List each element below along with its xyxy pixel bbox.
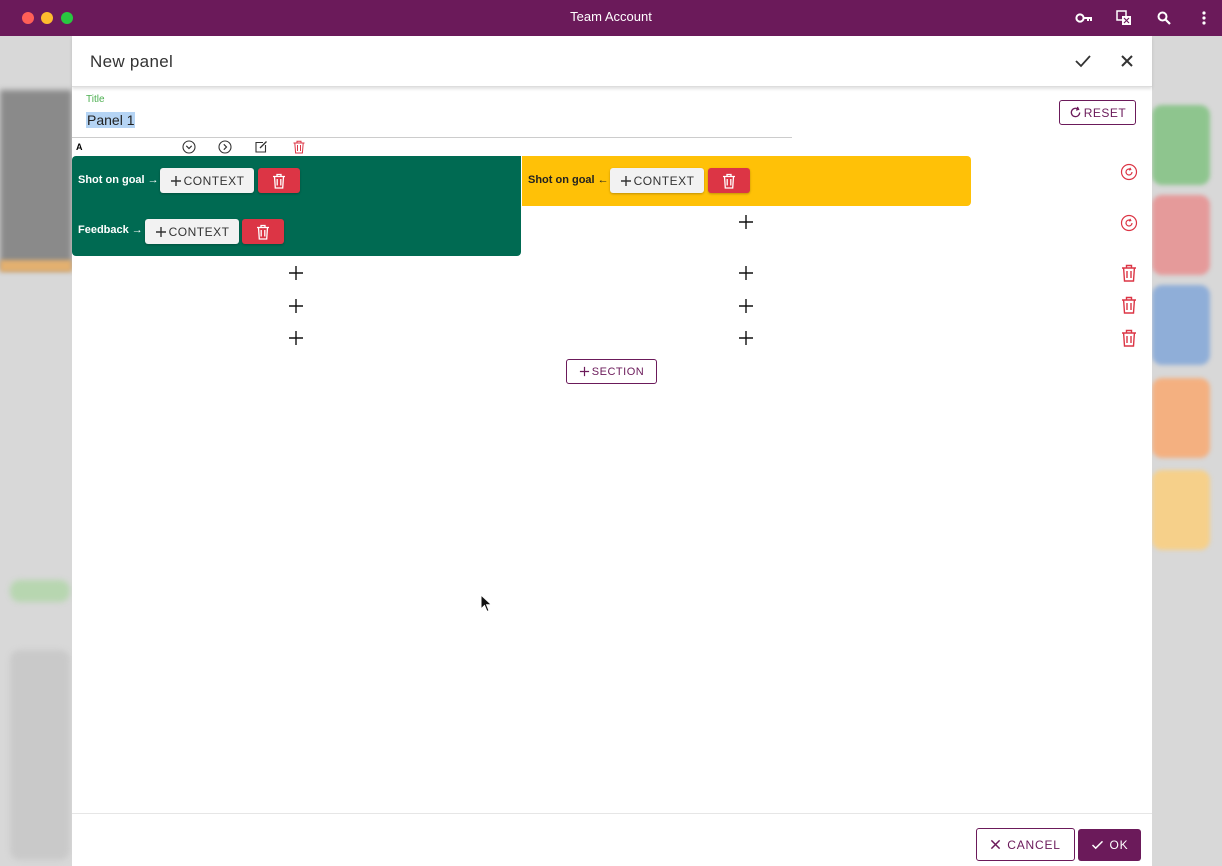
close-icon — [1121, 55, 1133, 67]
delete-section-icon[interactable] — [291, 139, 307, 155]
add-event-plus-icon[interactable] — [738, 298, 754, 314]
trash-icon — [723, 173, 735, 189]
plus-icon — [620, 175, 631, 186]
title-field-label: Title — [86, 94, 105, 105]
close-dialog-button[interactable] — [1116, 50, 1138, 72]
trash-icon — [273, 173, 285, 189]
delete-event-button[interactable] — [258, 168, 300, 193]
event-label: Feedback → — [78, 224, 143, 236]
check-icon — [1091, 840, 1103, 850]
add-context-button[interactable]: CONTEXT — [160, 168, 254, 193]
background-orange-card — [1152, 378, 1210, 458]
plus-icon — [579, 366, 589, 377]
trash-icon — [257, 224, 269, 240]
translate-icon[interactable] — [1114, 8, 1134, 28]
more-vert-icon[interactable] — [1194, 8, 1214, 28]
delete-event-button[interactable] — [242, 219, 284, 244]
add-event-plus-icon[interactable] — [288, 265, 304, 281]
new-panel-dialog: New panel Title Panel 1 RESET A Shot on … — [72, 36, 1152, 866]
add-event-plus-icon[interactable] — [738, 214, 754, 230]
delete-row-trash-icon[interactable] — [1119, 295, 1139, 315]
add-event-plus-icon[interactable] — [288, 330, 304, 346]
background-tag — [10, 580, 70, 602]
dialog-title: New panel — [90, 52, 174, 71]
add-context-button[interactable]: CONTEXT — [145, 219, 239, 244]
expand-right-icon[interactable] — [217, 139, 233, 155]
mouse-cursor-icon — [480, 594, 493, 613]
add-event-plus-icon[interactable] — [738, 265, 754, 281]
edit-icon[interactable] — [253, 139, 269, 155]
plus-icon — [155, 226, 166, 237]
team-event-row: Shot on goal → CONTEXT — [72, 156, 521, 206]
refresh-icon — [1070, 106, 1081, 118]
cancel-label: CANCEL — [1007, 837, 1061, 852]
event-label: Shot on goal → — [78, 174, 159, 186]
ok-label: OK — [1109, 838, 1129, 852]
add-section-button[interactable]: SECTION — [566, 359, 657, 384]
delete-row-trash-icon[interactable] — [1119, 263, 1139, 283]
context-label: CONTEXT — [168, 224, 230, 239]
add-event-plus-icon[interactable] — [738, 330, 754, 346]
background-red-card — [1152, 195, 1210, 275]
delete-event-button[interactable] — [708, 168, 750, 193]
background-strip — [0, 260, 72, 272]
context-label: CONTEXT — [633, 173, 695, 188]
event-label: Shot on goal ← — [528, 174, 609, 186]
confirm-check-button[interactable] — [1072, 50, 1094, 72]
add-context-button[interactable]: CONTEXT — [610, 168, 704, 193]
check-icon — [1075, 55, 1091, 68]
reset-label: RESET — [1083, 105, 1127, 120]
team-event-row: Feedback → CONTEXT — [72, 206, 521, 256]
ok-button[interactable]: OK — [1078, 829, 1141, 861]
background-green-card — [1152, 105, 1210, 185]
reset-button[interactable]: RESET — [1059, 100, 1136, 125]
window-title: Team Account — [570, 9, 652, 24]
add-section-label: SECTION — [591, 365, 645, 378]
section-letter: A — [76, 142, 83, 152]
window-titlebar: Team Account — [0, 0, 1222, 36]
title-input[interactable] — [72, 108, 792, 138]
expand-down-icon[interactable] — [181, 139, 197, 155]
background-yellow-card — [1152, 470, 1210, 550]
search-icon[interactable] — [1154, 8, 1174, 28]
title-input-value[interactable]: Panel 1 — [86, 112, 136, 128]
plus-icon — [170, 175, 181, 186]
background-dark-panel — [0, 90, 72, 270]
dialog-footer: CANCEL OK — [72, 813, 1152, 866]
context-label: CONTEXT — [183, 173, 245, 188]
background-blue-card — [1152, 285, 1210, 365]
key-icon[interactable] — [1074, 8, 1094, 28]
close-icon — [991, 839, 1001, 850]
reset-row-icon[interactable] — [1119, 162, 1139, 182]
delete-row-trash-icon[interactable] — [1119, 328, 1139, 348]
add-event-plus-icon[interactable] — [288, 298, 304, 314]
dialog-header: New panel — [72, 36, 1152, 87]
opponent-event-row: Shot on goal ← CONTEXT — [522, 156, 971, 206]
reset-row-icon[interactable] — [1119, 213, 1139, 233]
cancel-button[interactable]: CANCEL — [976, 828, 1075, 861]
background-card — [10, 650, 70, 860]
